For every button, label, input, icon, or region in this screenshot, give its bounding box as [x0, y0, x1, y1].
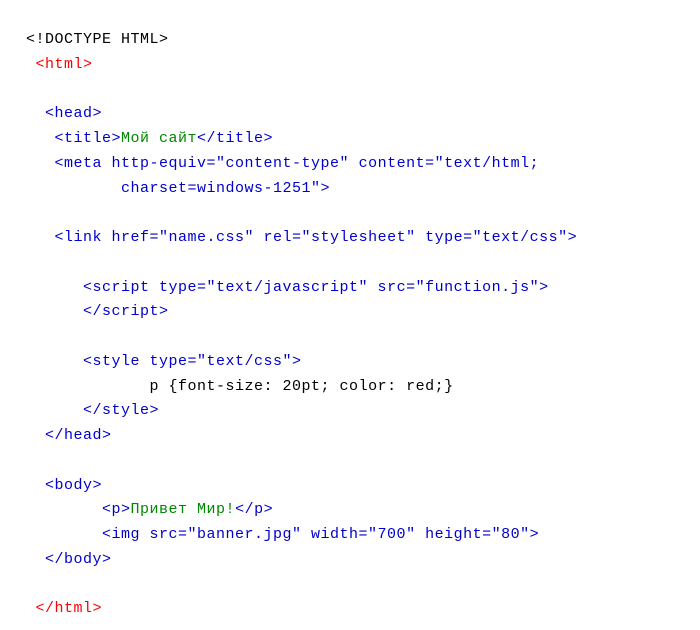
code-line: <link href="name.css" rel="stylesheet" t… [26, 226, 700, 251]
code-line [26, 573, 700, 598]
code-line [26, 78, 700, 103]
code-token: <html> [36, 56, 93, 73]
code-line: <style type="text/css"> [26, 350, 700, 375]
code-line [26, 449, 700, 474]
code-token: </scr [83, 303, 131, 320]
code-token: </head> [45, 427, 112, 444]
code-line [26, 251, 700, 276]
code-token: <script type="text/javascript" src="func… [83, 279, 549, 296]
code-token: p {font-size: 20pt; color: red;} [150, 378, 454, 395]
code-line: <meta http-equiv="content-type" content=… [26, 152, 700, 177]
code-token: <img src="banner.jpg" width="700" height… [102, 526, 539, 543]
code-line: <body> [26, 474, 700, 499]
code-token: <!DOCTYPE HTML> [26, 31, 169, 48]
code-token: </title> [197, 130, 273, 147]
code-line: p {font-size: 20pt; color: red;} [26, 375, 700, 400]
code-token: Привет Мир! [131, 501, 236, 518]
code-token: ipt> [131, 303, 169, 320]
code-line: </head> [26, 424, 700, 449]
code-snippet: <!DOCTYPE HTML> <html> <head> <title>Мой… [26, 28, 700, 622]
code-line [26, 201, 700, 226]
code-token: charset=windows-1251"> [121, 180, 330, 197]
code-token: </html> [36, 600, 103, 617]
code-token: </style> [83, 402, 159, 419]
code-line: </style> [26, 399, 700, 424]
code-token: </p> [235, 501, 273, 518]
code-token: <body> [45, 477, 102, 494]
code-line: <html> [26, 53, 700, 78]
code-line: charset=windows-1251"> [26, 177, 700, 202]
code-token: <p> [102, 501, 131, 518]
code-token: <style type="text/css"> [83, 353, 302, 370]
code-line: </html> [26, 597, 700, 622]
code-line: <title>Мой сайт</title> [26, 127, 700, 152]
code-line: <script type="text/javascript" src="func… [26, 276, 700, 301]
code-line [26, 325, 700, 350]
code-token: <link href="name.css" rel="stylesheet" t… [55, 229, 578, 246]
code-line: <p>Привет Мир!</p> [26, 498, 700, 523]
code-line: </script> [26, 300, 700, 325]
code-token: <title> [55, 130, 122, 147]
code-line: <head> [26, 102, 700, 127]
code-token: Мой сайт [121, 130, 197, 147]
code-token: <meta http-equiv="content-type" content=… [55, 155, 540, 172]
code-line: <!DOCTYPE HTML> [26, 28, 700, 53]
code-token: <head> [45, 105, 102, 122]
code-line: <img src="banner.jpg" width="700" height… [26, 523, 700, 548]
code-token: </body> [45, 551, 112, 568]
code-line: </body> [26, 548, 700, 573]
